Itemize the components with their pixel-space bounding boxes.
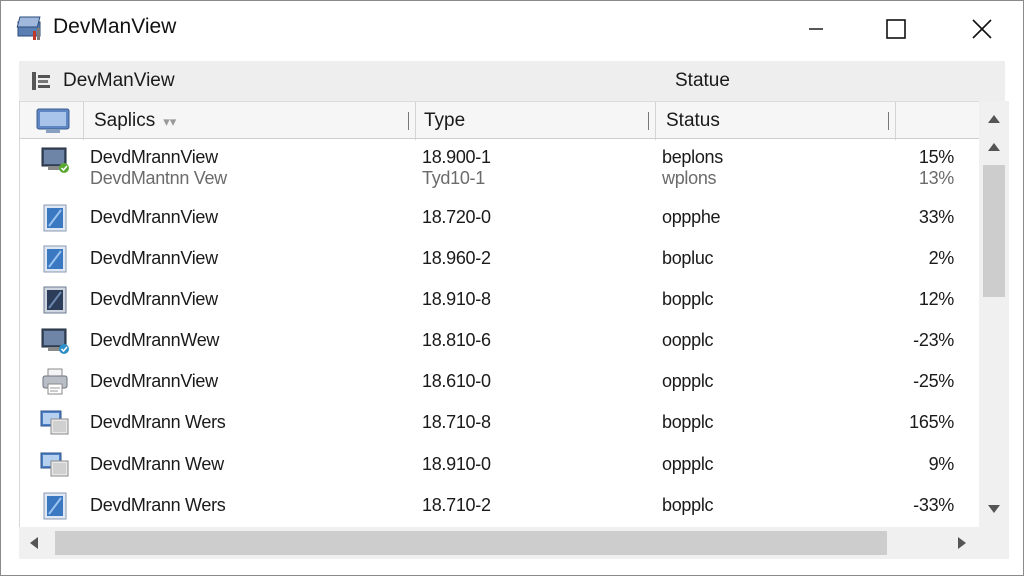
table-row[interactable]: DevdMrannWew 18.810-6 oopplc -23%	[20, 320, 979, 361]
row-name: DevdMantnn Vew	[90, 168, 227, 188]
monitors-icon	[40, 410, 69, 435]
row-name: DevdMrannView	[90, 371, 218, 391]
row-percent: -33%	[913, 495, 954, 515]
row-percent: 165%	[909, 412, 954, 432]
row-name: DevdMrannView	[90, 289, 218, 309]
scroll-down-button[interactable]	[979, 495, 1009, 523]
column-resize-grip[interactable]	[408, 112, 409, 130]
row-type: 18.810-6	[422, 330, 491, 350]
printer-icon	[42, 368, 68, 395]
device-list[interactable]: Saplics ▾▾ Type Status DevdMrannView 18.…	[19, 101, 979, 527]
column-header-type-label: Type	[424, 110, 466, 131]
column-header-row: Saplics ▾▾ Type Status	[20, 101, 979, 140]
row-type: Tyd10-1	[422, 168, 485, 188]
horizontal-scrollbar[interactable]	[19, 527, 979, 559]
row-name: DevdMrannWew	[90, 330, 220, 350]
column-header-name[interactable]: Saplics ▾▾	[84, 102, 416, 140]
row-name: DevdMrann Wers	[90, 495, 226, 515]
scroll-right-button[interactable]	[947, 527, 977, 559]
devmanview-small-icon	[32, 72, 50, 90]
table-row[interactable]: DevdMrannView 18.960-2 bopluc 2%	[20, 238, 979, 279]
row-status: bopluc	[662, 248, 714, 268]
row-percent: 9%	[928, 454, 955, 474]
vertical-scrollbar[interactable]	[979, 101, 1009, 527]
row-type: 18.610-0	[422, 371, 491, 391]
scroll-up-button[interactable]	[979, 105, 1009, 133]
minimize-button[interactable]	[787, 1, 845, 57]
table-row[interactable]: DevdMrannView 18.720-0 oppphe 33%	[20, 197, 979, 238]
monitor-check-icon	[41, 328, 69, 354]
row-status: oppplc	[662, 371, 714, 391]
triangle-left-icon	[30, 537, 38, 549]
triangle-up-icon	[988, 143, 1000, 151]
table-row[interactable]: DevdMantnn Vew Tyd10-1 wplons 13%	[20, 165, 979, 191]
row-name: DevdMrann Wew	[90, 454, 224, 474]
row-status: wplons	[662, 168, 717, 188]
title-bar[interactable]: DevManView	[1, 1, 1023, 57]
row-type: 18.710-8	[422, 412, 491, 432]
row-status: oopplc	[662, 330, 714, 350]
window-title: DevManView	[53, 15, 177, 38]
maximize-button[interactable]	[867, 1, 925, 57]
row-percent: -25%	[913, 371, 954, 391]
blue-tile-icon	[43, 204, 67, 232]
row-percent: 33%	[918, 207, 954, 227]
table-row[interactable]: DevdMrann Wew 18.910-0 oppplc 9%	[20, 444, 979, 485]
row-status: bopplc	[662, 289, 714, 309]
row-type: 18.910-8	[422, 289, 491, 309]
row-type: 18.960-2	[422, 248, 491, 268]
devmanview-app-icon	[16, 16, 41, 40]
row-percent: -23%	[913, 330, 954, 350]
row-name: DevdMrann Wers	[90, 412, 226, 432]
devmanview-window: DevManView DevManView Statue Saplics ▾▾ …	[0, 0, 1024, 576]
column-resize-grip[interactable]	[648, 112, 649, 130]
subheader-title: DevManView	[63, 70, 175, 91]
row-type: 18.720-0	[422, 207, 491, 227]
row-percent: 2%	[928, 248, 955, 268]
close-icon	[972, 19, 992, 39]
column-header-status[interactable]: Status	[656, 102, 896, 140]
row-name: DevdMrannView	[90, 207, 218, 227]
sort-arrow-icon: ▾▾	[163, 114, 177, 129]
scroll-up-secondary-button[interactable]	[979, 133, 1009, 161]
scrollbar-corner	[979, 527, 1009, 559]
triangle-down-icon	[988, 505, 1000, 513]
row-percent: 13%	[918, 168, 954, 188]
blue-tile-icon	[43, 492, 67, 520]
row-type: 18.910-0	[422, 454, 491, 474]
row-name: DevdMrannView	[90, 248, 218, 268]
row-status: oppphe	[662, 207, 721, 227]
column-header-percent[interactable]	[896, 102, 979, 140]
column-header-type[interactable]: Type	[416, 102, 656, 140]
horizontal-scroll-thumb[interactable]	[55, 531, 887, 555]
monitor-header-icon	[36, 108, 70, 133]
table-row[interactable]: DevdMrannView 18.610-0 oppplc -25%	[20, 361, 979, 402]
table-row[interactable]: DevdMrann Wers 18.710-2 bopplc -33%	[20, 485, 979, 526]
table-row[interactable]: DevdMrannView 18.910-8 bopplc 12%	[20, 279, 979, 320]
toolbar-header: DevManView Statue	[19, 61, 1005, 101]
table-row[interactable]: DevdMrann Wers 18.710-8 bopplc 165%	[20, 402, 979, 443]
blue-tile-icon	[43, 245, 67, 273]
row-status: bopplc	[662, 495, 714, 515]
minimize-icon	[809, 28, 823, 30]
vertical-scroll-thumb[interactable]	[983, 165, 1005, 297]
triangle-up-icon	[988, 115, 1000, 123]
subheader-status-label: Statue	[675, 70, 730, 91]
column-header-status-label: Status	[666, 110, 720, 131]
column-resize-grip[interactable]	[888, 112, 889, 130]
dark-tile-icon	[43, 286, 67, 314]
triangle-right-icon	[958, 537, 966, 549]
row-percent: 12%	[918, 289, 954, 309]
close-button[interactable]	[953, 1, 1011, 57]
row-status: oppplc	[662, 454, 714, 474]
column-header-name-label: Saplics	[94, 110, 156, 131]
monitors-icon	[40, 452, 69, 477]
row-type: 18.710-2	[422, 495, 491, 515]
maximize-icon	[886, 19, 906, 39]
column-header-icon[interactable]	[20, 102, 84, 140]
scroll-left-button[interactable]	[19, 527, 49, 559]
row-status: bopplc	[662, 412, 714, 432]
